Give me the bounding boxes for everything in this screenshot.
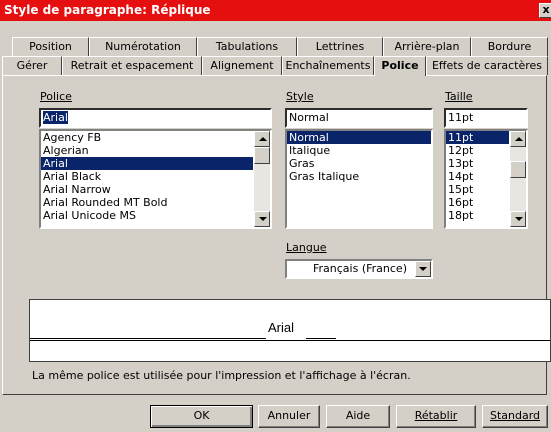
font-list-item[interactable]: Arial Unicode MS [41,209,253,222]
language-value: Français (France) [313,262,407,275]
chevron-up-icon [515,137,523,141]
tab-bordure[interactable]: Bordure [471,37,548,56]
font-scroll-down-button[interactable] [254,211,270,227]
font-list-item[interactable]: Arial Black [41,170,253,183]
style-input[interactable]: Normal [285,108,433,128]
font-list-item[interactable]: Arial [41,157,253,170]
size-list-item[interactable]: 12pt [446,144,509,157]
preview-sample-text: Arial [268,320,295,335]
paragraph-style-dialog: Style de paragraphe: Réplique x Position… [0,0,551,432]
ok-button[interactable]: OK [150,405,253,428]
tab-retrait-espacement[interactable]: Retrait et espacement [62,56,202,75]
reset-button[interactable]: Rétablir [396,405,476,428]
size-scroll-up-button[interactable] [510,131,526,147]
font-list[interactable]: Agency FB Algerian Arial Arial Black Arial N… [39,129,272,229]
font-list-item[interactable]: Arial Narrow [41,183,253,196]
size-list-item[interactable]: 15pt [446,183,509,196]
language-dropdown[interactable]: Français (France) [285,259,433,279]
size-list-scrollbar[interactable] [510,131,526,227]
close-icon: x [542,3,550,16]
style-label: Style [286,90,314,103]
size-input[interactable]: 11pt [444,108,528,128]
chevron-down-icon [419,267,427,271]
size-list-item[interactable]: 14pt [446,170,509,183]
tab-arriere-plan[interactable]: Arrière-plan [383,37,471,56]
style-list-item[interactable]: Gras Italique [287,170,431,183]
font-scroll-up-button[interactable] [254,131,270,147]
size-label: Taille [445,90,473,103]
size-list[interactable]: 11pt 12pt 13pt 14pt 15pt 16pt 18pt [444,129,528,229]
size-list-item[interactable]: 18pt [446,209,509,222]
tab-enchainements[interactable]: Enchaînements [282,56,374,75]
tab-alignement[interactable]: Alignement [202,56,282,75]
preview-baseline-left [30,338,266,339]
style-list[interactable]: Normal Italique Gras Gras Italique [285,129,433,229]
size-scroll-down-button[interactable] [510,211,526,227]
tab-gerer[interactable]: Gérer [2,56,62,75]
preview-divider [30,340,550,341]
font-list-item[interactable]: Arial Rounded MT Bold [41,196,253,209]
style-list-item[interactable]: Normal [287,131,431,144]
language-label: Langue [286,241,327,254]
font-name-value: Arial [43,111,68,124]
style-input-value: Normal [289,111,329,124]
size-list-item[interactable]: 13pt [446,157,509,170]
standard-button[interactable]: Standard [482,405,548,428]
tab-position[interactable]: Position [12,37,89,56]
size-scroll-thumb[interactable] [510,161,526,178]
tab-lettrines[interactable]: Lettrines [297,37,383,56]
tab-effets-caracteres[interactable]: Effets de caractères [426,56,548,75]
font-list-items: Agency FB Algerian Arial Arial Black Arial N… [41,131,253,222]
title-bar[interactable]: Style de paragraphe: Réplique x [0,0,551,21]
size-list-item[interactable]: 16pt [446,196,509,209]
language-dropdown-button[interactable] [415,261,431,277]
style-list-item[interactable]: Gras [287,157,431,170]
style-list-items: Normal Italique Gras Gras Italique [287,131,431,183]
cancel-button[interactable]: Annuler [258,405,320,428]
font-label: Police [40,90,72,103]
font-list-item[interactable]: Algerian [41,144,253,157]
size-list-items: 11pt 12pt 13pt 14pt 15pt 16pt 18pt [446,131,509,222]
tab-numerotation[interactable]: Numérotation [89,37,197,56]
help-button[interactable]: Aide [326,405,390,428]
style-list-item[interactable]: Italique [287,144,431,157]
window-title: Style de paragraphe: Réplique [4,3,211,17]
font-preview: Arial [29,299,551,362]
preview-baseline-right [306,338,336,339]
tab-police[interactable]: Police [374,56,426,76]
chevron-down-icon [515,217,523,221]
font-scroll-thumb[interactable] [254,147,270,164]
close-button[interactable]: x [539,3,551,18]
font-list-item[interactable]: Agency FB [41,131,253,144]
font-list-scrollbar[interactable] [254,131,270,227]
chevron-down-icon [259,217,267,221]
size-list-item[interactable]: 11pt [446,131,509,144]
size-input-value: 11pt [448,111,474,124]
chevron-up-icon [259,137,267,141]
font-info-text: La même police est utilisée pour l'impre… [32,369,411,382]
tab-tabulations[interactable]: Tabulations [197,37,297,56]
font-name-input[interactable]: Arial [39,108,272,128]
